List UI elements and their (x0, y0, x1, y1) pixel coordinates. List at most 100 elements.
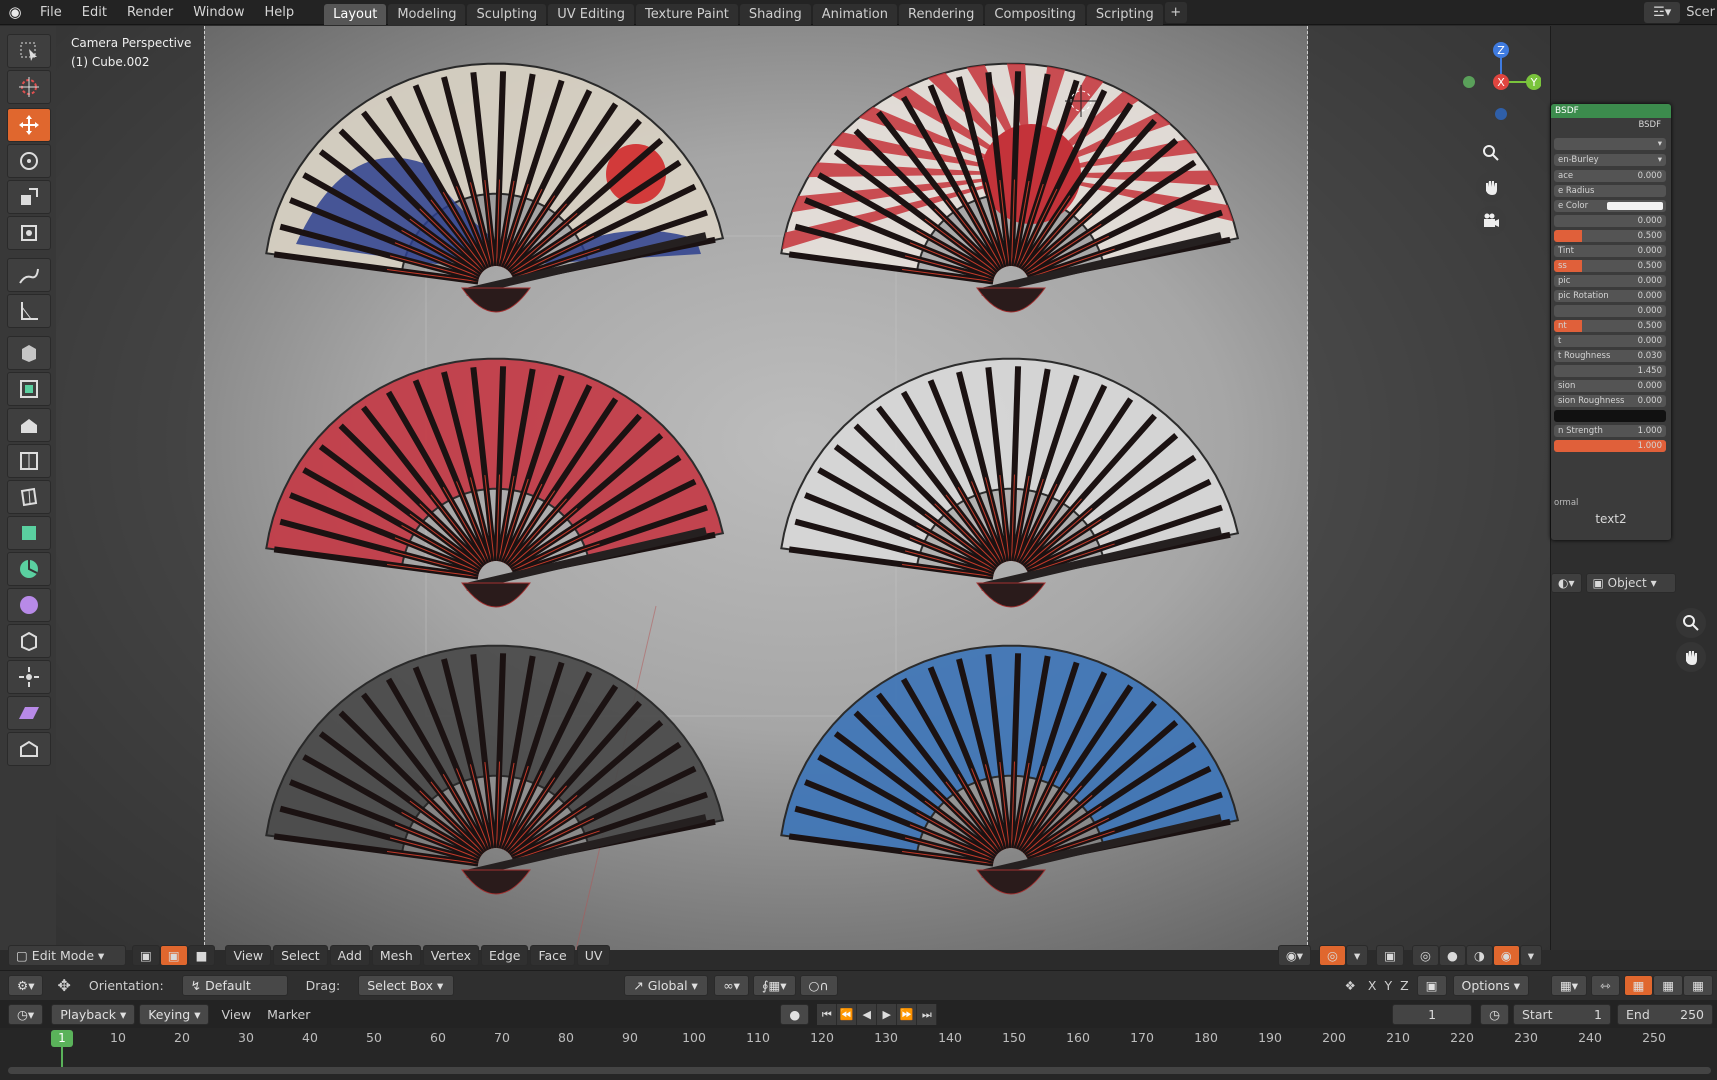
jump-start-icon[interactable]: ⏮ (817, 1003, 838, 1025)
editor-type-button[interactable]: ◐▾ (1551, 573, 1582, 593)
menu-window[interactable]: Window (183, 0, 254, 25)
tab-scripting[interactable]: Scripting (1086, 3, 1163, 25)
viewport-menu-mesh[interactable]: Mesh (371, 944, 421, 966)
bevel-tool-icon[interactable] (7, 444, 51, 478)
overlay-dropdown-icon[interactable]: ▾ (1345, 944, 1369, 966)
node-slot-icon[interactable]: ⇿ (1591, 975, 1620, 996)
color-swatch[interactable] (1607, 202, 1663, 210)
scale-tool-icon[interactable] (7, 180, 51, 214)
node-zoom-button[interactable] (1676, 608, 1706, 638)
bsdf-input-row[interactable]: 0.500 (1554, 230, 1666, 242)
jump-key-forward-icon[interactable]: ⏩ (897, 1003, 918, 1025)
shading-material-icon[interactable]: ◑ (1465, 944, 1493, 966)
transform-tool-icon[interactable] (7, 216, 51, 250)
tab-texture-paint[interactable]: Texture Paint (636, 3, 738, 25)
node-editor-type-icon[interactable]: ▦▾ (1550, 975, 1588, 996)
drag-dropdown[interactable]: Select Box ▾ (358, 975, 455, 996)
tab-uv-editing[interactable]: UV Editing (548, 3, 635, 25)
jump-key-back-icon[interactable]: ⏪ (837, 1003, 858, 1025)
bsdf-input-row[interactable]: pic 0.000 (1554, 275, 1666, 287)
mirror-axis-y[interactable]: Y (1384, 978, 1392, 993)
rip-region-tool-icon[interactable] (7, 732, 51, 766)
playhead[interactable]: 1 (51, 1030, 73, 1047)
bsdf-input-row[interactable]: t 0.000 (1554, 335, 1666, 347)
scene-selector[interactable]: ☲▾ Scer (1644, 0, 1717, 25)
mirror-axis-z[interactable]: Z (1400, 978, 1409, 993)
mirror-icon[interactable]: ❖ (1345, 978, 1356, 993)
node-pan-button[interactable] (1676, 642, 1706, 672)
mirror-axis-x[interactable]: X (1368, 978, 1377, 993)
node-view2-icon[interactable]: ▦ (1653, 975, 1684, 996)
bsdf-input-row[interactable]: 1.000 (1554, 440, 1666, 452)
record-button[interactable]: ● (780, 1003, 810, 1025)
bsdf-input-row[interactable]: e Color (1554, 200, 1666, 212)
bsdf-input-row[interactable]: sion 0.000 (1554, 380, 1666, 392)
bsdf-input-row[interactable]: 1.450 (1554, 365, 1666, 377)
auto-merge-icon[interactable]: ▣ (1416, 975, 1447, 996)
playback-menu[interactable]: Playback ▾ (51, 1003, 136, 1025)
navigation-gizmo[interactable]: Z Y X (1451, 36, 1541, 126)
viewport-menu-vertex[interactable]: Vertex (422, 944, 479, 966)
shading-solid-icon[interactable]: ● (1438, 944, 1466, 966)
principled-bsdf-node[interactable]: BSDF BSDF ▾ en-Burley ▾ ace 0.000 e Radius e… (1551, 104, 1671, 540)
vertex-select-mode-icon[interactable]: ▣ (132, 944, 160, 966)
tab-animation[interactable]: Animation (812, 3, 897, 25)
bsdf-input-row[interactable]: nt 0.500 (1554, 320, 1666, 332)
orientation-dropdown[interactable]: ↯ Default (181, 975, 288, 996)
tool-settings-icon[interactable]: ⚙▾ (8, 975, 44, 996)
transform-orientation-dropdown[interactable]: ↗ Global ▾ (624, 975, 709, 996)
viewport-menu-uv[interactable]: UV (576, 944, 611, 966)
viewport-menu-edge[interactable]: Edge (480, 944, 529, 966)
shear-tool-icon[interactable] (7, 696, 51, 730)
bsdf-input-row[interactable]: Tint 0.000 (1554, 245, 1666, 257)
edge-slide-tool-icon[interactable] (7, 624, 51, 658)
shrink-fatten-tool-icon[interactable] (7, 660, 51, 694)
poly-build-tool-icon[interactable] (7, 516, 51, 550)
mode-selector[interactable]: ▢ Edit Mode ▾ (8, 944, 126, 966)
bsdf-input-row[interactable]: pic Rotation 0.000 (1554, 290, 1666, 302)
viewport-menu-select[interactable]: Select (273, 944, 328, 966)
shading-wireframe-icon[interactable]: ◎ (1412, 944, 1439, 966)
node-view-icon[interactable]: ▦ (1623, 975, 1654, 996)
bsdf-input-row[interactable]: 0.000 (1554, 305, 1666, 317)
tab-layout[interactable]: Layout (324, 3, 387, 25)
bsdf-input-row[interactable]: e Radius (1554, 185, 1666, 197)
extrude-tool-icon[interactable] (7, 372, 51, 406)
inset-tool-icon[interactable] (7, 408, 51, 442)
play-icon[interactable]: ▶ (877, 1003, 898, 1025)
pan-view-button[interactable] (1476, 172, 1506, 202)
current-frame-field[interactable]: 1 (1392, 1003, 1473, 1025)
face-select-mode-icon[interactable]: ■ (187, 944, 216, 966)
tab-shading[interactable]: Shading (739, 3, 811, 25)
select-box-tool-icon[interactable] (7, 34, 51, 68)
menu-render[interactable]: Render (117, 0, 183, 25)
timeline-marker-menu[interactable]: Marker (267, 1007, 310, 1022)
bsdf-input-row[interactable] (1554, 410, 1666, 422)
snap-icon[interactable]: ∮▦▾ (752, 975, 796, 996)
cursor-tool-icon[interactable] (7, 70, 51, 104)
start-frame-field[interactable]: Start 1 (1513, 1003, 1611, 1025)
add-cube-tool-icon[interactable] (7, 336, 51, 370)
camera-view-button[interactable] (1476, 206, 1506, 236)
zoom-view-button[interactable] (1476, 138, 1506, 168)
viewport-gizmo-toggle-icon[interactable]: ◉▾ (1277, 944, 1312, 966)
bsdf-input-row[interactable]: 0.000 (1554, 215, 1666, 227)
viewport-menu-add[interactable]: Add (329, 944, 370, 966)
node-view3-icon[interactable]: ▦ (1683, 975, 1713, 996)
xray-toggle-icon[interactable]: ▣ (1376, 944, 1405, 966)
pivot-point-icon[interactable]: ∞▾ (714, 975, 749, 996)
bsdf-input-row[interactable]: ss 0.500 (1554, 260, 1666, 272)
3d-viewport[interactable]: Camera Perspective (1) Cube.002 Z Y X (56, 26, 1550, 950)
end-frame-field[interactable]: End 250 (1617, 1003, 1713, 1025)
tab-modeling[interactable]: Modeling (388, 3, 466, 25)
options-dropdown[interactable]: Options ▾ (1452, 975, 1529, 996)
timeline-editor-type-icon[interactable]: ◷▾ (8, 1003, 44, 1025)
viewport-menu-face[interactable]: Face (530, 944, 575, 966)
loop-cut-tool-icon[interactable] (7, 480, 51, 514)
move-tool-icon[interactable] (7, 108, 51, 142)
bsdf-input-row[interactable]: n Strength 1.000 (1554, 425, 1666, 437)
spin-tool-icon[interactable] (7, 552, 51, 586)
bsdf-input-row[interactable]: t Roughness 0.030 (1554, 350, 1666, 362)
edge-select-mode-icon[interactable]: ▣ (159, 944, 188, 966)
annotate-tool-icon[interactable] (7, 258, 51, 292)
